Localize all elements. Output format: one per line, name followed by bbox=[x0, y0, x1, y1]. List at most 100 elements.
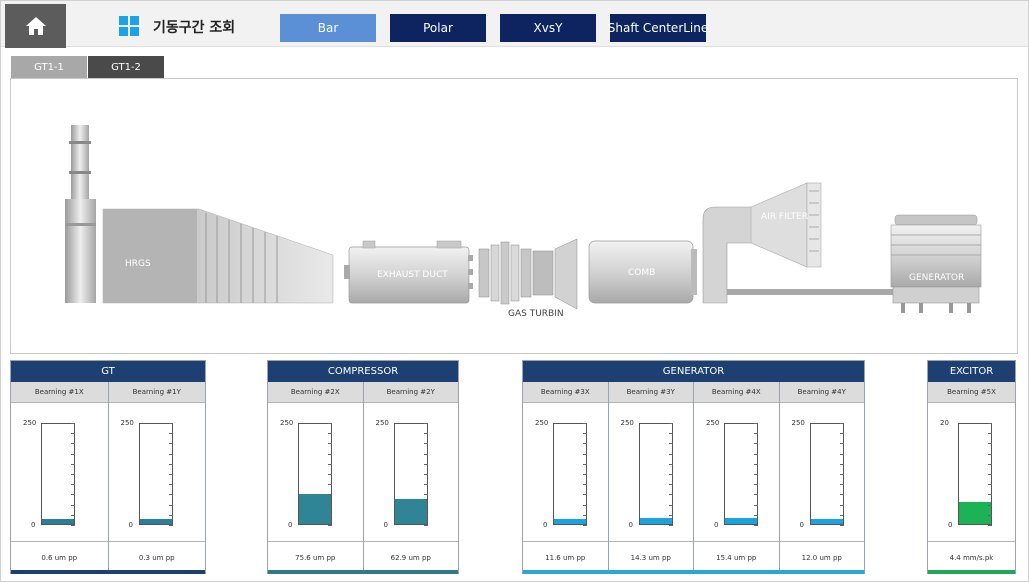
gauge-tick bbox=[668, 423, 673, 424]
nav-polar-button[interactable]: Polar bbox=[390, 14, 486, 42]
gauge-tick bbox=[839, 504, 844, 506]
bearing-column: Bearning #2Y 250 0 62.9 um pp bbox=[363, 382, 458, 573]
nav-xvsy-button[interactable]: XvsY bbox=[500, 14, 596, 42]
gauge-tick bbox=[71, 514, 75, 516]
gauge-tick bbox=[423, 514, 428, 516]
bearing-columns: Bearning #2X 250 0 75.6 um pp Bearning #2Y 25… bbox=[268, 382, 458, 573]
gauge-min-label: 0 bbox=[714, 521, 719, 529]
gauge-tick bbox=[668, 463, 673, 465]
panel-bottom-bar bbox=[11, 570, 205, 574]
gauge-tick bbox=[168, 463, 173, 465]
gas-turbin-label: GAS TURBIN bbox=[508, 309, 564, 319]
gauge-tick bbox=[423, 463, 428, 465]
gauge-tick bbox=[328, 463, 332, 465]
gauge-tick bbox=[423, 423, 428, 424]
bearing-label: Bearning #3Y bbox=[608, 382, 693, 403]
bar-gauge: 250 0 bbox=[268, 403, 363, 542]
gauge-tick bbox=[583, 453, 587, 455]
bearing-label: Bearning #1X bbox=[11, 382, 108, 403]
generator-label: GENERATOR bbox=[909, 273, 964, 283]
bearing-column: Bearning #4X 250 0 15.4 um pp bbox=[694, 382, 780, 573]
gauge-tick bbox=[168, 453, 173, 455]
bar-gauge: 250 0 bbox=[363, 403, 458, 542]
stack bbox=[65, 125, 96, 303]
home-icon bbox=[25, 17, 46, 35]
hrgs-label: HRGS bbox=[125, 259, 151, 269]
gauge-tick bbox=[71, 484, 75, 486]
gauge-tick bbox=[668, 474, 673, 475]
tab-gt1-1[interactable]: GT1-1 bbox=[11, 56, 87, 78]
gauge-min-label: 0 bbox=[31, 521, 36, 529]
gauge-tick bbox=[988, 474, 992, 475]
panel-title: GT bbox=[11, 361, 205, 382]
bearing-readout: 11.6 um pp bbox=[545, 553, 586, 562]
gauge-tick bbox=[583, 443, 587, 445]
gauge-ticks bbox=[139, 423, 173, 526]
gauge-tick bbox=[423, 484, 428, 486]
gauge-max-label: 250 bbox=[535, 419, 549, 427]
gauge-tick bbox=[839, 474, 844, 475]
bearing-label: Bearning #1Y bbox=[108, 382, 205, 403]
bar-gauge: 250 0 bbox=[523, 403, 608, 542]
gauge-min-label: 0 bbox=[799, 521, 804, 529]
gauge-tick bbox=[839, 525, 844, 526]
gauge-tick bbox=[668, 484, 673, 486]
windows-grid-icon bbox=[119, 16, 139, 36]
bar-gauge: 20 0 bbox=[928, 403, 1015, 542]
gauge-tick bbox=[168, 433, 173, 435]
gauge-tick bbox=[754, 494, 758, 496]
shaft bbox=[727, 289, 893, 295]
gauge-tick bbox=[988, 463, 992, 465]
bearing-label: Bearning #5X bbox=[928, 382, 1015, 403]
gauge-tick bbox=[328, 433, 332, 435]
bearing-readout: 0.6 um pp bbox=[41, 553, 78, 562]
gauge-tick bbox=[71, 463, 75, 465]
gauge-tick bbox=[328, 504, 332, 506]
page-title: 기동구간 조회 bbox=[153, 20, 236, 36]
gauge-tick bbox=[839, 453, 844, 455]
air-filter: AIR FILTER bbox=[702, 182, 822, 304]
gauge-tick bbox=[668, 443, 673, 445]
gauge-tick bbox=[668, 433, 673, 435]
gauge-tick bbox=[71, 443, 75, 445]
gauge-tick bbox=[988, 494, 992, 496]
gauge-tick bbox=[423, 525, 428, 526]
gauge-tick bbox=[583, 494, 587, 496]
bearing-readout: 12.0 um pp bbox=[801, 553, 842, 562]
panel-title: COMPRESSOR bbox=[268, 361, 458, 382]
tab-gt1-2[interactable]: GT1-2 bbox=[88, 56, 164, 78]
gauge-tick bbox=[839, 484, 844, 486]
gauge-tick bbox=[71, 494, 75, 496]
bearing-label: Bearning #4X bbox=[694, 382, 779, 403]
gas-turbine: GAS TURBIN bbox=[478, 238, 578, 319]
nav-shaft-centerline-button[interactable]: Shaft CenterLine bbox=[608, 14, 708, 42]
gauge-max-label: 250 bbox=[706, 419, 720, 427]
bearing-column: Bearning #4Y 250 0 12.0 um pp bbox=[779, 382, 864, 573]
bearing-readout: 0.3 um pp bbox=[138, 553, 175, 562]
gauge-tick bbox=[668, 494, 673, 496]
nav-bar-button[interactable]: Bar bbox=[280, 14, 376, 42]
panel-title: EXCITOR bbox=[928, 361, 1015, 382]
gauge-tick bbox=[754, 504, 758, 506]
bearing-readout: 14.3 um pp bbox=[630, 553, 671, 562]
gauge-tick bbox=[71, 453, 75, 455]
bar-gauge: 250 0 bbox=[108, 403, 205, 542]
gauge-tick bbox=[988, 453, 992, 455]
bar-gauge: 250 0 bbox=[11, 403, 108, 542]
gauge-ticks bbox=[639, 423, 673, 526]
gauge-tick bbox=[839, 494, 844, 496]
home-button[interactable] bbox=[5, 4, 66, 48]
gauge-tick bbox=[168, 423, 173, 424]
gauge-max-label: 250 bbox=[375, 419, 389, 427]
generator-unit: GENERATOR bbox=[890, 214, 982, 313]
gauge-tick bbox=[583, 463, 587, 465]
gauge-tick bbox=[423, 433, 428, 435]
plant-diagram: HRGS EXHAUST DUCT GAS TURBIN COMB AIR FI… bbox=[10, 78, 1018, 354]
bar-gauge: 250 0 bbox=[779, 403, 864, 542]
gauge-min-label: 0 bbox=[288, 521, 293, 529]
gauge-tick bbox=[328, 423, 332, 424]
gauge-tick bbox=[328, 514, 332, 516]
panel-bottom-bar bbox=[523, 570, 864, 574]
gauge-tick bbox=[423, 453, 428, 455]
gauge-tick bbox=[988, 525, 992, 526]
